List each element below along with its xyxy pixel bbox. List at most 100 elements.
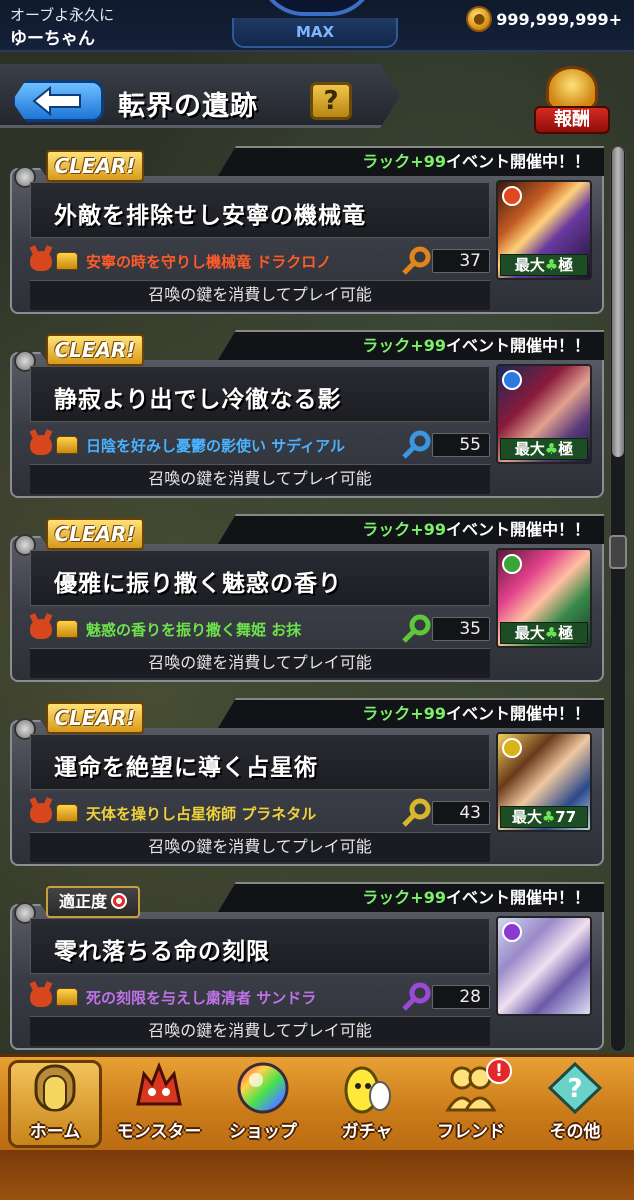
boss-name: 死の刻限を与えし粛清者 サンドラ bbox=[86, 988, 317, 1007]
boss-row: 死の刻限を与えし粛清者 サンドラ 28 bbox=[30, 982, 490, 1012]
light-element-icon bbox=[502, 738, 522, 758]
clear-badge: CLEAR! bbox=[46, 702, 144, 734]
aptitude-label: 適正度 bbox=[58, 892, 107, 911]
clear-badge: CLEAR! bbox=[46, 150, 144, 182]
coin-icon: ● bbox=[466, 6, 493, 32]
key-icon bbox=[402, 614, 431, 643]
devil-icon bbox=[30, 435, 52, 455]
event-banner: ラック+99イベント開催中！！ bbox=[218, 330, 604, 360]
quest-item[interactable]: ラック+99イベント開催中！！ CLEAR! 運命を絶望に導く占星術 天体を操り… bbox=[10, 698, 604, 866]
status-bar: オーブよ永久に ゆーちゃん MAX ● 999,999,999+ bbox=[0, 0, 634, 52]
target-icon bbox=[111, 893, 127, 909]
clover-icon: ♣ bbox=[544, 440, 559, 458]
devil-icon bbox=[30, 619, 52, 639]
event-highlight: ラック+99 bbox=[362, 336, 446, 355]
key-count: 28 bbox=[432, 985, 490, 1009]
monster-portrait[interactable]: 最大♣極 bbox=[496, 180, 592, 280]
quest-item[interactable]: ラック+99イベント開催中！！ CLEAR! 静寂より出でし冷徹なる影 日陰を好… bbox=[10, 330, 604, 498]
rank-orb bbox=[258, 0, 376, 16]
event-highlight: ラック+99 bbox=[362, 520, 446, 539]
boss-row: 天体を操りし占星術師 プラネタル 43 bbox=[30, 798, 490, 828]
event-banner: ラック+99イベント開催中！！ bbox=[218, 882, 604, 912]
scrollbar[interactable] bbox=[609, 146, 627, 1052]
monster-portrait[interactable]: 最大♣極 bbox=[496, 548, 592, 648]
key-icon bbox=[402, 430, 431, 459]
nav-friend-label: フレンド bbox=[437, 1122, 505, 1142]
quest-title: 優雅に振り撒く魅惑の香り bbox=[54, 571, 342, 597]
back-button[interactable] bbox=[12, 80, 104, 122]
boss-row: 安寧の時を守りし機械竜 ドラクロノ 37 bbox=[30, 246, 490, 276]
fire-element-icon bbox=[502, 186, 522, 206]
scroll-handle[interactable] bbox=[609, 535, 627, 569]
devil-icon bbox=[30, 251, 52, 271]
event-highlight: ラック+99 bbox=[362, 888, 446, 907]
nav-gacha[interactable]: ガチャ bbox=[318, 1058, 416, 1150]
nav-monster[interactable]: モンスター bbox=[110, 1058, 208, 1150]
question-diamond-icon: ? bbox=[547, 1061, 603, 1115]
devil-icon bbox=[30, 987, 52, 1007]
event-highlight: ラック+99 bbox=[362, 152, 446, 171]
luck-value: 極 bbox=[558, 624, 574, 642]
water-element-icon bbox=[502, 370, 522, 390]
play-note: 召喚の鍵を消費してプレイ可能 bbox=[30, 1016, 490, 1046]
devil-icon bbox=[30, 803, 52, 823]
monster-portrait[interactable] bbox=[496, 916, 592, 1016]
monster-portrait[interactable]: 最大♣極 bbox=[496, 364, 592, 464]
bottom-floor bbox=[0, 1150, 634, 1200]
luck-label: 最大♣77 bbox=[500, 806, 588, 828]
clear-badge: CLEAR! bbox=[46, 518, 144, 550]
clover-icon: ♣ bbox=[544, 624, 559, 642]
luck-value: 極 bbox=[558, 256, 574, 274]
home-icon bbox=[34, 1064, 76, 1112]
luck-prefix: 最大 bbox=[514, 440, 545, 458]
nav-home-label: ホーム bbox=[29, 1122, 81, 1142]
help-button[interactable]: ? bbox=[310, 82, 352, 120]
nav-home[interactable]: ホーム bbox=[6, 1058, 104, 1150]
nav-other-label: その他 bbox=[549, 1122, 601, 1142]
monster-icon bbox=[136, 1061, 182, 1106]
event-text: イベント開催中！！ bbox=[445, 336, 590, 355]
quest-title: 外敵を排除せし安寧の機械竜 bbox=[54, 203, 366, 229]
monster-portrait[interactable]: 最大♣77 bbox=[496, 732, 592, 832]
reward-label: 報酬 bbox=[534, 106, 610, 134]
luck-label: 最大♣極 bbox=[500, 254, 588, 276]
nav-gacha-label: ガチャ bbox=[341, 1122, 393, 1142]
quest-title: 零れ落ちる命の刻限 bbox=[54, 939, 270, 965]
chest-icon bbox=[56, 620, 78, 638]
boss-name: 魅惑の香りを振り撒く舞姫 お抹 bbox=[86, 620, 302, 639]
nav-friend[interactable]: ! フレンド bbox=[422, 1058, 520, 1150]
play-note: 召喚の鍵を消費してプレイ可能 bbox=[30, 648, 490, 678]
play-note: 召喚の鍵を消費してプレイ可能 bbox=[30, 832, 490, 862]
key-count: 43 bbox=[432, 801, 490, 825]
rank-badge[interactable]: MAX bbox=[232, 18, 398, 48]
quest-item[interactable]: ラック+99イベント開催中！！ 適正度 零れ落ちる命の刻限 死の刻限を与えし粛清… bbox=[10, 882, 604, 1050]
boss-row: 日陰を好みし憂鬱の影使い サディアル 55 bbox=[30, 430, 490, 460]
boss-name: 安寧の時を守りし機械竜 ドラクロノ bbox=[86, 252, 332, 271]
coin-counter[interactable]: ● 999,999,999+ bbox=[466, 6, 622, 32]
event-highlight: ラック+99 bbox=[362, 704, 446, 723]
quest-item[interactable]: ラック+99イベント開催中！！ CLEAR! 優雅に振り撒く魅惑の香り 魅惑の香… bbox=[10, 514, 604, 682]
boss-row: 魅惑の香りを振り撒く舞姫 お抹 35 bbox=[30, 614, 490, 644]
boss-name: 天体を操りし占星術師 プラネタル bbox=[86, 804, 317, 823]
quest-title: 静寂より出でし冷徹なる影 bbox=[54, 387, 342, 413]
reward-button[interactable]: 報酬 bbox=[532, 66, 612, 140]
event-text: イベント開催中！！ bbox=[445, 704, 590, 723]
event-text: イベント開催中！！ bbox=[445, 520, 590, 539]
chest-icon bbox=[56, 988, 78, 1006]
luck-label: 最大♣極 bbox=[500, 622, 588, 644]
quest-item[interactable]: ラック+99イベント開催中！！ CLEAR! 外敵を排除せし安寧の機械竜 安寧の… bbox=[10, 146, 604, 314]
key-count: 55 bbox=[432, 433, 490, 457]
nav-shop[interactable]: ショップ bbox=[214, 1058, 312, 1150]
chest-icon bbox=[56, 252, 78, 270]
luck-label: 最大♣極 bbox=[500, 438, 588, 460]
play-note: 召喚の鍵を消費してプレイ可能 bbox=[30, 280, 490, 310]
nav-shop-label: ショップ bbox=[229, 1122, 297, 1142]
status-title: オーブよ永久に bbox=[10, 6, 115, 24]
nav-other[interactable]: ? その他 bbox=[526, 1058, 624, 1150]
svg-text:?: ? bbox=[567, 1074, 582, 1104]
luck-value: 極 bbox=[558, 440, 574, 458]
key-count: 37 bbox=[432, 249, 490, 273]
page-title: 転界の遺跡 bbox=[118, 91, 258, 122]
wood-element-icon bbox=[502, 554, 522, 574]
scroll-thumb[interactable] bbox=[612, 147, 624, 457]
